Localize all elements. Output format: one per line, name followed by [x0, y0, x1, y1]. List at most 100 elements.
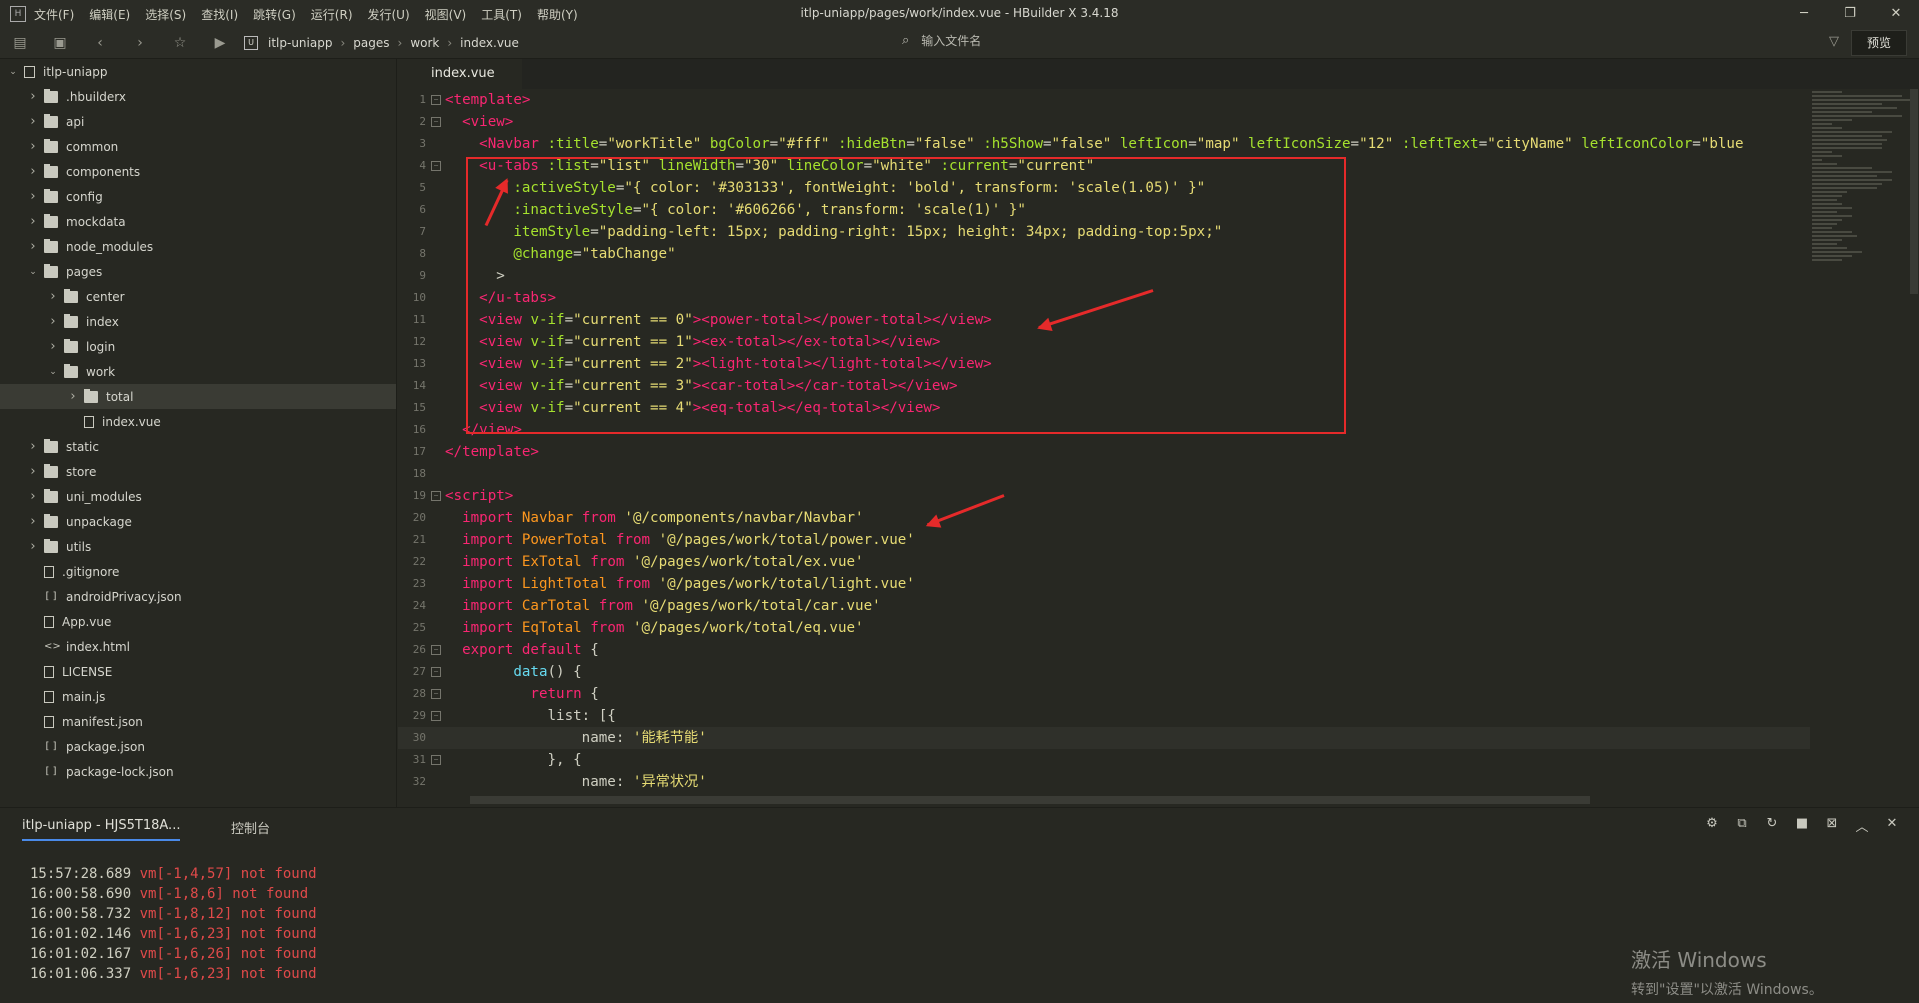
maximize-panel-icon[interactable]: ︿ [1847, 816, 1877, 835]
tree-item[interactable]: › unpackage [0, 509, 396, 534]
code-line[interactable]: 14 <view v-if="current == 3"><car-total>… [398, 375, 1810, 397]
code-line[interactable]: 11 <view v-if="current == 0"><power-tota… [398, 309, 1810, 331]
tree-item[interactable]: App.vue [0, 609, 396, 634]
tree-item[interactable]: › components [0, 159, 396, 184]
code-line[interactable]: 30 name: '能耗节能' [398, 727, 1810, 749]
tree-item[interactable]: [ ] package-lock.json [0, 759, 396, 784]
chevron-right-icon[interactable]: › [46, 314, 60, 329]
tree-item[interactable]: LICENSE [0, 659, 396, 684]
fold-toggle-icon[interactable]: − [431, 755, 441, 765]
chevron-right-icon[interactable]: › [26, 439, 40, 454]
code-line[interactable]: 13 <view v-if="current == 2"><light-tota… [398, 353, 1810, 375]
fold-toggle-icon[interactable]: − [431, 161, 441, 171]
minimize-icon[interactable]: ─ [1781, 0, 1827, 28]
code-line[interactable]: 32 name: '异常状况' [398, 771, 1810, 793]
chevron-right-icon[interactable]: › [26, 489, 40, 504]
chevron-right-icon[interactable]: › [26, 239, 40, 254]
file-search-input[interactable]: ⌕ 输入文件名 [902, 32, 1602, 49]
menu-item[interactable]: 视图(V) [425, 6, 467, 23]
code-line[interactable]: 27− data() { [398, 661, 1810, 683]
code-line[interactable]: 16 </view> [398, 419, 1810, 441]
tree-item[interactable]: ⌄ work [0, 359, 396, 384]
tree-item[interactable]: › total [0, 384, 396, 409]
code-line[interactable]: 21 import PowerTotal from '@/pages/work/… [398, 529, 1810, 551]
code-line[interactable]: 15 <view v-if="current == 4"><eq-total><… [398, 397, 1810, 419]
tree-item[interactable]: › .hbuilderx [0, 84, 396, 109]
chevron-right-icon[interactable]: › [46, 289, 60, 304]
tab-terminal[interactable]: itlp-uniapp - HJS5T18A... [22, 818, 181, 841]
horizontal-scrollbar[interactable] [470, 796, 1590, 804]
breadcrumb-item[interactable]: index.vue [460, 36, 519, 50]
chevron-right-icon[interactable]: › [26, 164, 40, 179]
save-icon[interactable]: ▣ [40, 35, 80, 51]
tree-item[interactable]: › mockdata [0, 209, 396, 234]
code-line[interactable]: 18 [398, 463, 1810, 485]
code-line[interactable]: 4− <u-tabs :list="list" lineWidth="30" l… [398, 155, 1810, 177]
code-line[interactable]: 23 import LightTotal from '@/pages/work/… [398, 573, 1810, 595]
vertical-scrollbar[interactable] [1910, 89, 1918, 294]
menu-item[interactable]: 发行(U) [368, 6, 410, 23]
fold-toggle-icon[interactable]: − [431, 117, 441, 127]
tree-item[interactable]: › common [0, 134, 396, 159]
code-line[interactable]: 19− <script> [398, 485, 1810, 507]
code-line[interactable]: 2− <view> [398, 111, 1810, 133]
menu-item[interactable]: 运行(R) [311, 6, 353, 23]
code-editor[interactable]: 1− <template> 2− <view> 3 <Navbar :title="w… [398, 89, 1810, 796]
tree-item[interactable]: › center [0, 284, 396, 309]
open-external-icon[interactable]: ⧉ [1727, 816, 1757, 835]
code-line[interactable]: 8 @change="tabChange" [398, 243, 1810, 265]
menu-item[interactable]: 文件(F) [34, 6, 74, 23]
stop-icon[interactable]: ■ [1787, 816, 1817, 835]
code-line[interactable]: 26− export default { [398, 639, 1810, 661]
filter-icon[interactable]: ▽ [1829, 34, 1839, 49]
code-line[interactable]: 7 itemStyle="padding-left: 15px; padding… [398, 221, 1810, 243]
run-icon[interactable]: ▶ [200, 35, 240, 51]
tab-console[interactable]: 控制台 [231, 818, 270, 837]
chevron-down-icon[interactable]: ⌄ [46, 367, 60, 377]
tree-item[interactable]: › login [0, 334, 396, 359]
code-line[interactable]: 9 > [398, 265, 1810, 287]
chevron-right-icon[interactable]: › [26, 514, 40, 529]
fold-toggle-icon[interactable]: − [431, 491, 441, 501]
breadcrumb-item[interactable]: itlp-uniapp [268, 36, 332, 50]
menu-item[interactable]: 编辑(E) [89, 6, 130, 23]
preview-button[interactable]: 预览 [1851, 30, 1907, 56]
tree-item[interactable]: [ ] androidPrivacy.json [0, 584, 396, 609]
star-icon[interactable]: ☆ [160, 35, 200, 51]
restore-icon[interactable]: ❐ [1827, 0, 1873, 28]
tree-item[interactable]: <> index.html [0, 634, 396, 659]
chevron-right-icon[interactable]: › [46, 339, 60, 354]
chevron-right-icon[interactable]: › [26, 189, 40, 204]
debug-icon[interactable]: ⚙ [1697, 816, 1727, 835]
refresh-icon[interactable]: ↻ [1757, 816, 1787, 835]
forward-icon[interactable]: › [120, 35, 160, 51]
code-line[interactable]: 17 </template> [398, 441, 1810, 463]
tree-item[interactable]: › node_modules [0, 234, 396, 259]
tree-item[interactable]: main.js [0, 684, 396, 709]
back-icon[interactable]: ‹ [80, 35, 120, 51]
fold-toggle-icon[interactable]: − [431, 645, 441, 655]
chevron-right-icon[interactable]: › [26, 539, 40, 554]
chevron-right-icon[interactable]: › [26, 214, 40, 229]
chevron-right-icon[interactable]: › [26, 89, 40, 104]
breadcrumb-item[interactable]: pages [353, 36, 389, 50]
minimap[interactable] [1812, 89, 1910, 349]
close-panel-icon[interactable]: ✕ [1877, 816, 1907, 835]
tree-item[interactable]: ⌄ itlp-uniapp [0, 59, 396, 84]
tree-item[interactable]: › config [0, 184, 396, 209]
tree-item[interactable]: › uni_modules [0, 484, 396, 509]
code-line[interactable]: 6 :inactiveStyle="{ color: '#606266', tr… [398, 199, 1810, 221]
fold-toggle-icon[interactable]: − [431, 667, 441, 677]
tree-item[interactable]: [ ] package.json [0, 734, 396, 759]
menu-item[interactable]: 工具(T) [481, 6, 522, 23]
new-file-icon[interactable]: ▤ [0, 35, 40, 51]
close-icon[interactable]: ✕ [1873, 0, 1919, 28]
code-line[interactable]: 12 <view v-if="current == 1"><ex-total><… [398, 331, 1810, 353]
code-line[interactable]: 3 <Navbar :title="workTitle" bgColor="#f… [398, 133, 1810, 155]
chevron-down-icon[interactable]: ⌄ [26, 267, 40, 277]
chevron-right-icon[interactable]: › [66, 389, 80, 404]
chevron-right-icon[interactable]: › [26, 114, 40, 129]
tree-item[interactable]: › utils [0, 534, 396, 559]
menu-item[interactable]: 查找(I) [201, 6, 238, 23]
code-line[interactable]: 20 import Navbar from '@/components/navb… [398, 507, 1810, 529]
